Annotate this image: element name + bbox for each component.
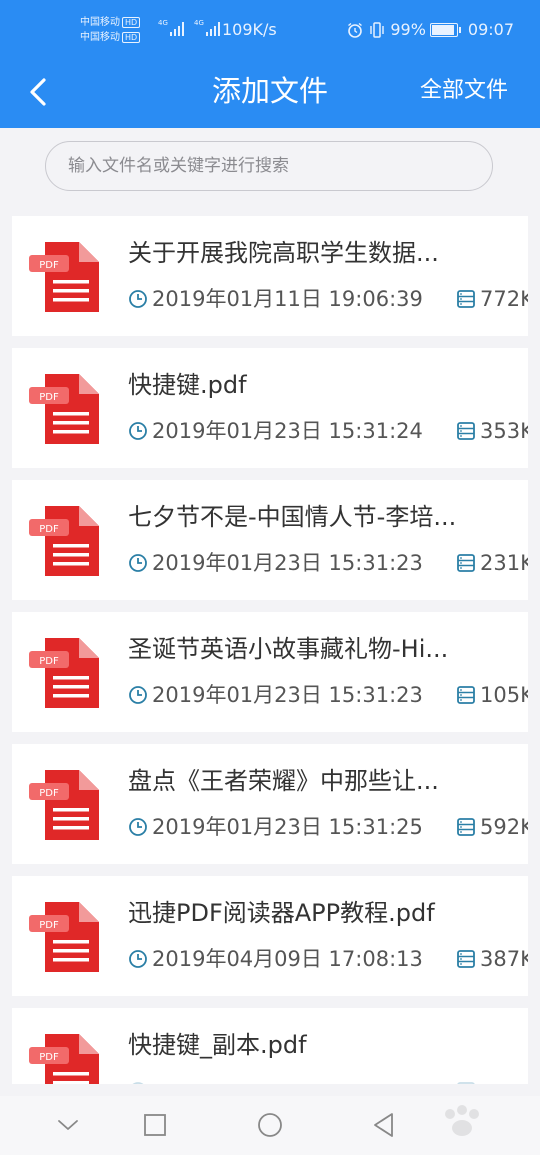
- app-header: 添加文件 全部文件: [0, 58, 540, 128]
- carrier-2: 中国移动: [80, 32, 120, 43]
- clock-icon: [129, 818, 147, 836]
- pdf-file-icon: PDF: [29, 506, 99, 576]
- clock-icon: [129, 950, 147, 968]
- file-list: PDF 关于开展我院高职学生数据... 2019年01月11日 19:06:39…: [12, 216, 528, 1084]
- file-size: 105K: [480, 683, 528, 707]
- file-size: 353K: [480, 419, 528, 443]
- file-list-item[interactable]: PDF 快捷键.pdf 2019年01月23日 15:31:24 353K: [12, 348, 528, 468]
- clock-icon: [132, 1082, 144, 1084]
- pdf-file-icon: PDF: [29, 902, 99, 972]
- signal-icon-1: 4G: [158, 19, 184, 36]
- file-date: 2019年01月23日 15:31:25: [152, 815, 423, 839]
- file-size-icon: [457, 554, 475, 572]
- file-meta: 2019年01月11日 19:06:39 772K: [128, 285, 528, 313]
- all-files-button[interactable]: 全部文件: [420, 76, 508, 106]
- file-name: 七夕节不是-中国情人节-李培...: [128, 503, 457, 531]
- file-meta: 2019年01月23日 15:31:24 353K: [128, 417, 528, 445]
- back-arrow-icon[interactable]: [22, 74, 58, 110]
- network-type-2: 4G: [194, 19, 204, 27]
- pdf-file-icon: PDF: [29, 374, 99, 444]
- pdf-file-icon: PDF: [29, 638, 99, 708]
- file-size-icon: [457, 950, 475, 968]
- file-name: 迅捷PDF阅读器APP教程.pdf: [128, 899, 435, 927]
- file-date: 2019年01月23日 15:31:24: [152, 419, 423, 443]
- file-list-item[interactable]: PDF 圣诞节英语小故事藏礼物-Hi... 2019年01月23日 15:31:…: [12, 612, 528, 732]
- file-size: 772K: [480, 287, 528, 311]
- carrier-info: 中国移动 HD 中国移动 HD: [80, 15, 141, 45]
- file-name: 盘点《王者荣耀》中那些让...: [128, 767, 439, 795]
- file-list-item[interactable]: PDF 快捷键_副本.pdf: [12, 1008, 528, 1084]
- file-date: 2019年01月11日 19:06:39: [152, 287, 423, 311]
- clock-icon: [129, 686, 147, 704]
- file-size-icon: [457, 1082, 475, 1084]
- file-meta: 2019年01月23日 15:31:25 592K: [128, 813, 528, 841]
- file-size: 592K: [480, 815, 528, 839]
- clock-icon: [129, 554, 147, 572]
- file-list-item[interactable]: PDF 七夕节不是-中国情人节-李培... 2019年01月23日 15:31:…: [12, 480, 528, 600]
- pdf-file-icon: PDF: [29, 242, 99, 312]
- file-name: 快捷键.pdf: [128, 371, 247, 399]
- system-nav-bar: [0, 1096, 540, 1155]
- status-bar: 中国移动 HD 中国移动 HD 4G 4G 109K/s 99% 09:07: [0, 0, 540, 58]
- clock-icon: [129, 290, 147, 308]
- vibrate-icon: [370, 22, 385, 38]
- clock-time: 09:07: [467, 20, 514, 39]
- back-triangle-icon[interactable]: [369, 1110, 399, 1140]
- pdf-label: PDF: [39, 392, 59, 403]
- file-size: 387K: [480, 947, 528, 971]
- file-date: 2019年01月23日 15:31:23: [152, 683, 423, 707]
- hd-badge-2: HD: [122, 32, 141, 43]
- network-speed: 109K/s: [222, 20, 277, 39]
- file-size-icon: [457, 686, 475, 704]
- pdf-label: PDF: [39, 524, 59, 535]
- pdf-label: PDF: [39, 1052, 59, 1063]
- hd-badge-1: HD: [122, 17, 141, 28]
- file-size: 231K: [480, 551, 528, 575]
- file-list-item[interactable]: PDF 关于开展我院高职学生数据... 2019年01月11日 19:06:39…: [12, 216, 528, 336]
- file-meta: 2019年04月09日 17:08:13 387K: [128, 945, 528, 973]
- battery-percent: 99%: [390, 20, 426, 39]
- pdf-file-icon: PDF: [29, 770, 99, 840]
- pdf-label: PDF: [39, 260, 59, 271]
- signal-icon-2: 4G: [194, 19, 220, 36]
- file-size-icon: [457, 818, 475, 836]
- battery-icon: [429, 23, 461, 37]
- file-date: 2019年04月09日 17:08:13: [152, 947, 423, 971]
- pdf-label: PDF: [39, 656, 59, 667]
- recent-apps-icon[interactable]: [140, 1110, 170, 1140]
- status-right: 99% 09:07: [346, 20, 514, 40]
- file-name: 快捷键_副本.pdf: [128, 1031, 307, 1059]
- file-list-item[interactable]: PDF 盘点《王者荣耀》中那些让... 2019年01月23日 15:31:25…: [12, 744, 528, 864]
- signal-icons: 4G 4G: [158, 19, 220, 36]
- pdf-file-icon: PDF: [29, 1034, 99, 1084]
- file-name: 关于开展我院高职学生数据...: [128, 239, 439, 267]
- clock-icon: [129, 422, 147, 440]
- file-size-icon: [457, 290, 475, 308]
- network-type-1: 4G: [158, 19, 168, 27]
- chevron-down-icon[interactable]: [53, 1110, 83, 1140]
- pdf-label: PDF: [39, 920, 59, 931]
- file-size-icon: [457, 422, 475, 440]
- file-meta: 2019年01月23日 15:31:23 231K: [128, 549, 528, 577]
- file-meta: 2019年01月23日 15:31:23 105K: [128, 681, 528, 709]
- pdf-label: PDF: [39, 788, 59, 799]
- file-meta: [128, 1077, 528, 1084]
- alarm-icon: [348, 22, 363, 38]
- file-list-item[interactable]: PDF 迅捷PDF阅读器APP教程.pdf 2019年04月09日 17:08:…: [12, 876, 528, 996]
- carrier-1: 中国移动: [80, 17, 120, 28]
- search-input[interactable]: [45, 141, 493, 191]
- home-icon[interactable]: [255, 1110, 285, 1140]
- file-name: 圣诞节英语小故事藏礼物-Hi...: [128, 635, 449, 663]
- file-date: 2019年01月23日 15:31:23: [152, 551, 423, 575]
